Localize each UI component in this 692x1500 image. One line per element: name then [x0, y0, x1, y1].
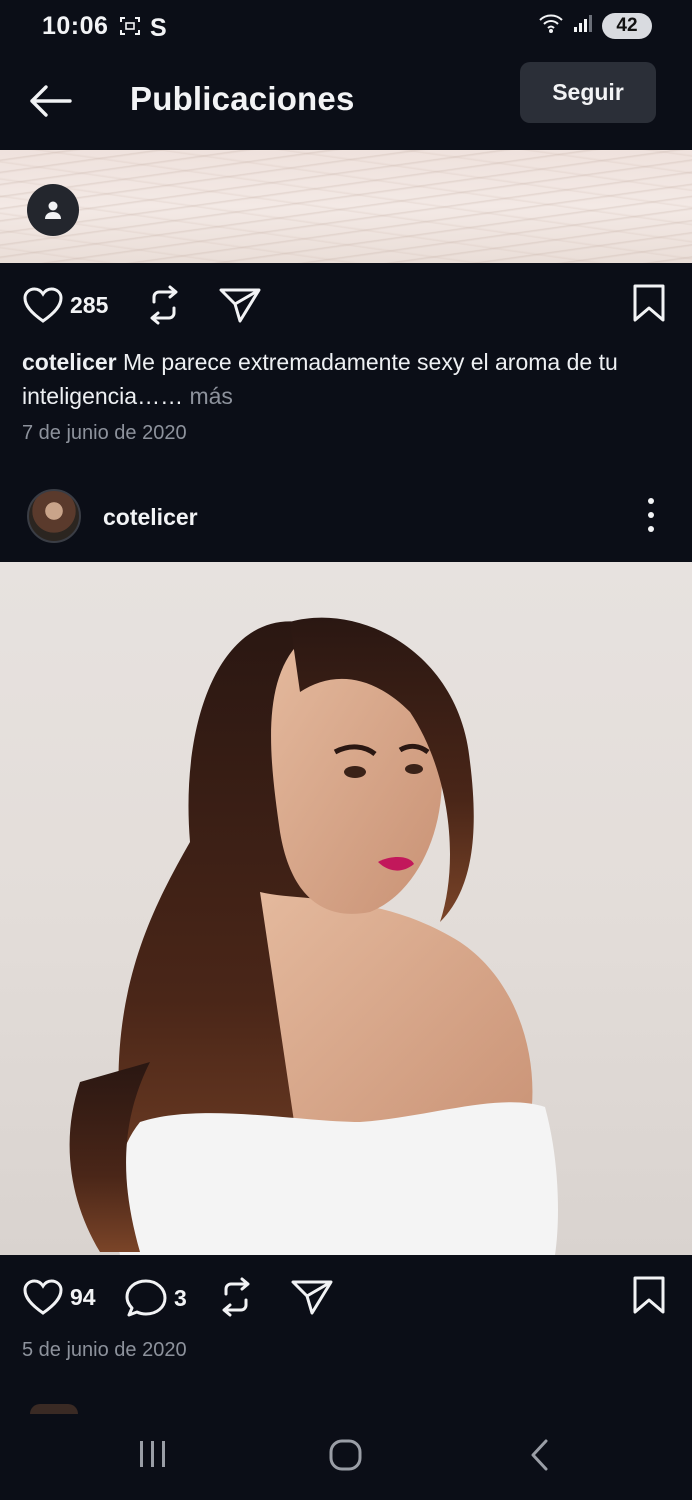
wifi-icon	[538, 12, 564, 39]
post-date: 7 de junio de 2020	[22, 422, 187, 444]
heart-icon	[23, 287, 63, 323]
caption-username[interactable]: cotelicer	[22, 349, 117, 375]
home-button[interactable]	[328, 1438, 364, 1472]
post-date: 5 de junio de 2020	[22, 1339, 187, 1361]
repost-button[interactable]	[146, 284, 182, 326]
save-button[interactable]	[632, 1276, 666, 1314]
screenshot-icon	[118, 14, 142, 43]
like-count: 285	[70, 291, 109, 318]
post-author[interactable]: cotelicer	[103, 504, 198, 531]
save-button[interactable]	[632, 284, 666, 322]
comment-icon	[125, 1279, 167, 1317]
bookmark-icon	[633, 1276, 665, 1314]
more-link[interactable]: más	[189, 383, 232, 409]
share-button[interactable]	[290, 1278, 334, 1316]
tagged-people-button[interactable]	[27, 184, 79, 236]
comment-button[interactable]: 3	[124, 1278, 187, 1318]
comment-count: 3	[174, 1284, 187, 1311]
like-button[interactable]: 285	[22, 286, 108, 324]
repost-icon	[150, 285, 178, 325]
signal-icon	[572, 12, 594, 39]
post-image[interactable]	[0, 562, 692, 1255]
back-nav-button[interactable]	[526, 1438, 554, 1472]
recents-icon	[140, 1441, 165, 1467]
dot	[648, 526, 654, 532]
home-icon	[329, 1439, 362, 1471]
follow-button[interactable]: Seguir	[520, 62, 656, 123]
person-icon	[45, 201, 61, 219]
heart-icon	[23, 1279, 63, 1315]
system-nav-bar	[0, 1410, 692, 1500]
back-button[interactable]	[26, 80, 74, 122]
dot	[648, 498, 654, 504]
bookmark-icon	[633, 284, 665, 322]
post-caption: cotelicer Me parece extremadamente sexy …	[22, 345, 672, 413]
back-nav-icon	[531, 1439, 548, 1471]
more-options-button[interactable]	[636, 498, 666, 532]
app-header: Publicaciones Seguir	[0, 56, 692, 150]
post-image[interactable]	[0, 150, 692, 263]
like-count: 94	[70, 1283, 96, 1310]
post-actions: 285	[0, 274, 692, 334]
post-header: cotelicer	[0, 480, 692, 552]
post-actions: 94 3	[0, 1266, 692, 1326]
recents-button[interactable]	[136, 1438, 170, 1470]
arrow-left-icon	[30, 85, 72, 117]
battery-icon: 42	[602, 12, 652, 39]
status-bar: 10:06 S 42	[0, 0, 692, 56]
repost-icon	[222, 1277, 250, 1317]
photo-portrait	[69, 617, 558, 1255]
status-time: 10:06	[42, 12, 109, 40]
repost-button[interactable]	[218, 1276, 254, 1318]
avatar[interactable]	[27, 489, 81, 543]
page-title: Publicaciones	[130, 80, 355, 117]
like-button[interactable]: 94	[22, 1278, 96, 1316]
send-icon	[291, 1280, 333, 1315]
s-app-icon: S	[150, 14, 167, 42]
dot	[648, 512, 654, 518]
send-icon	[219, 288, 261, 323]
battery-level: 42	[616, 14, 638, 36]
share-button[interactable]	[218, 286, 262, 324]
